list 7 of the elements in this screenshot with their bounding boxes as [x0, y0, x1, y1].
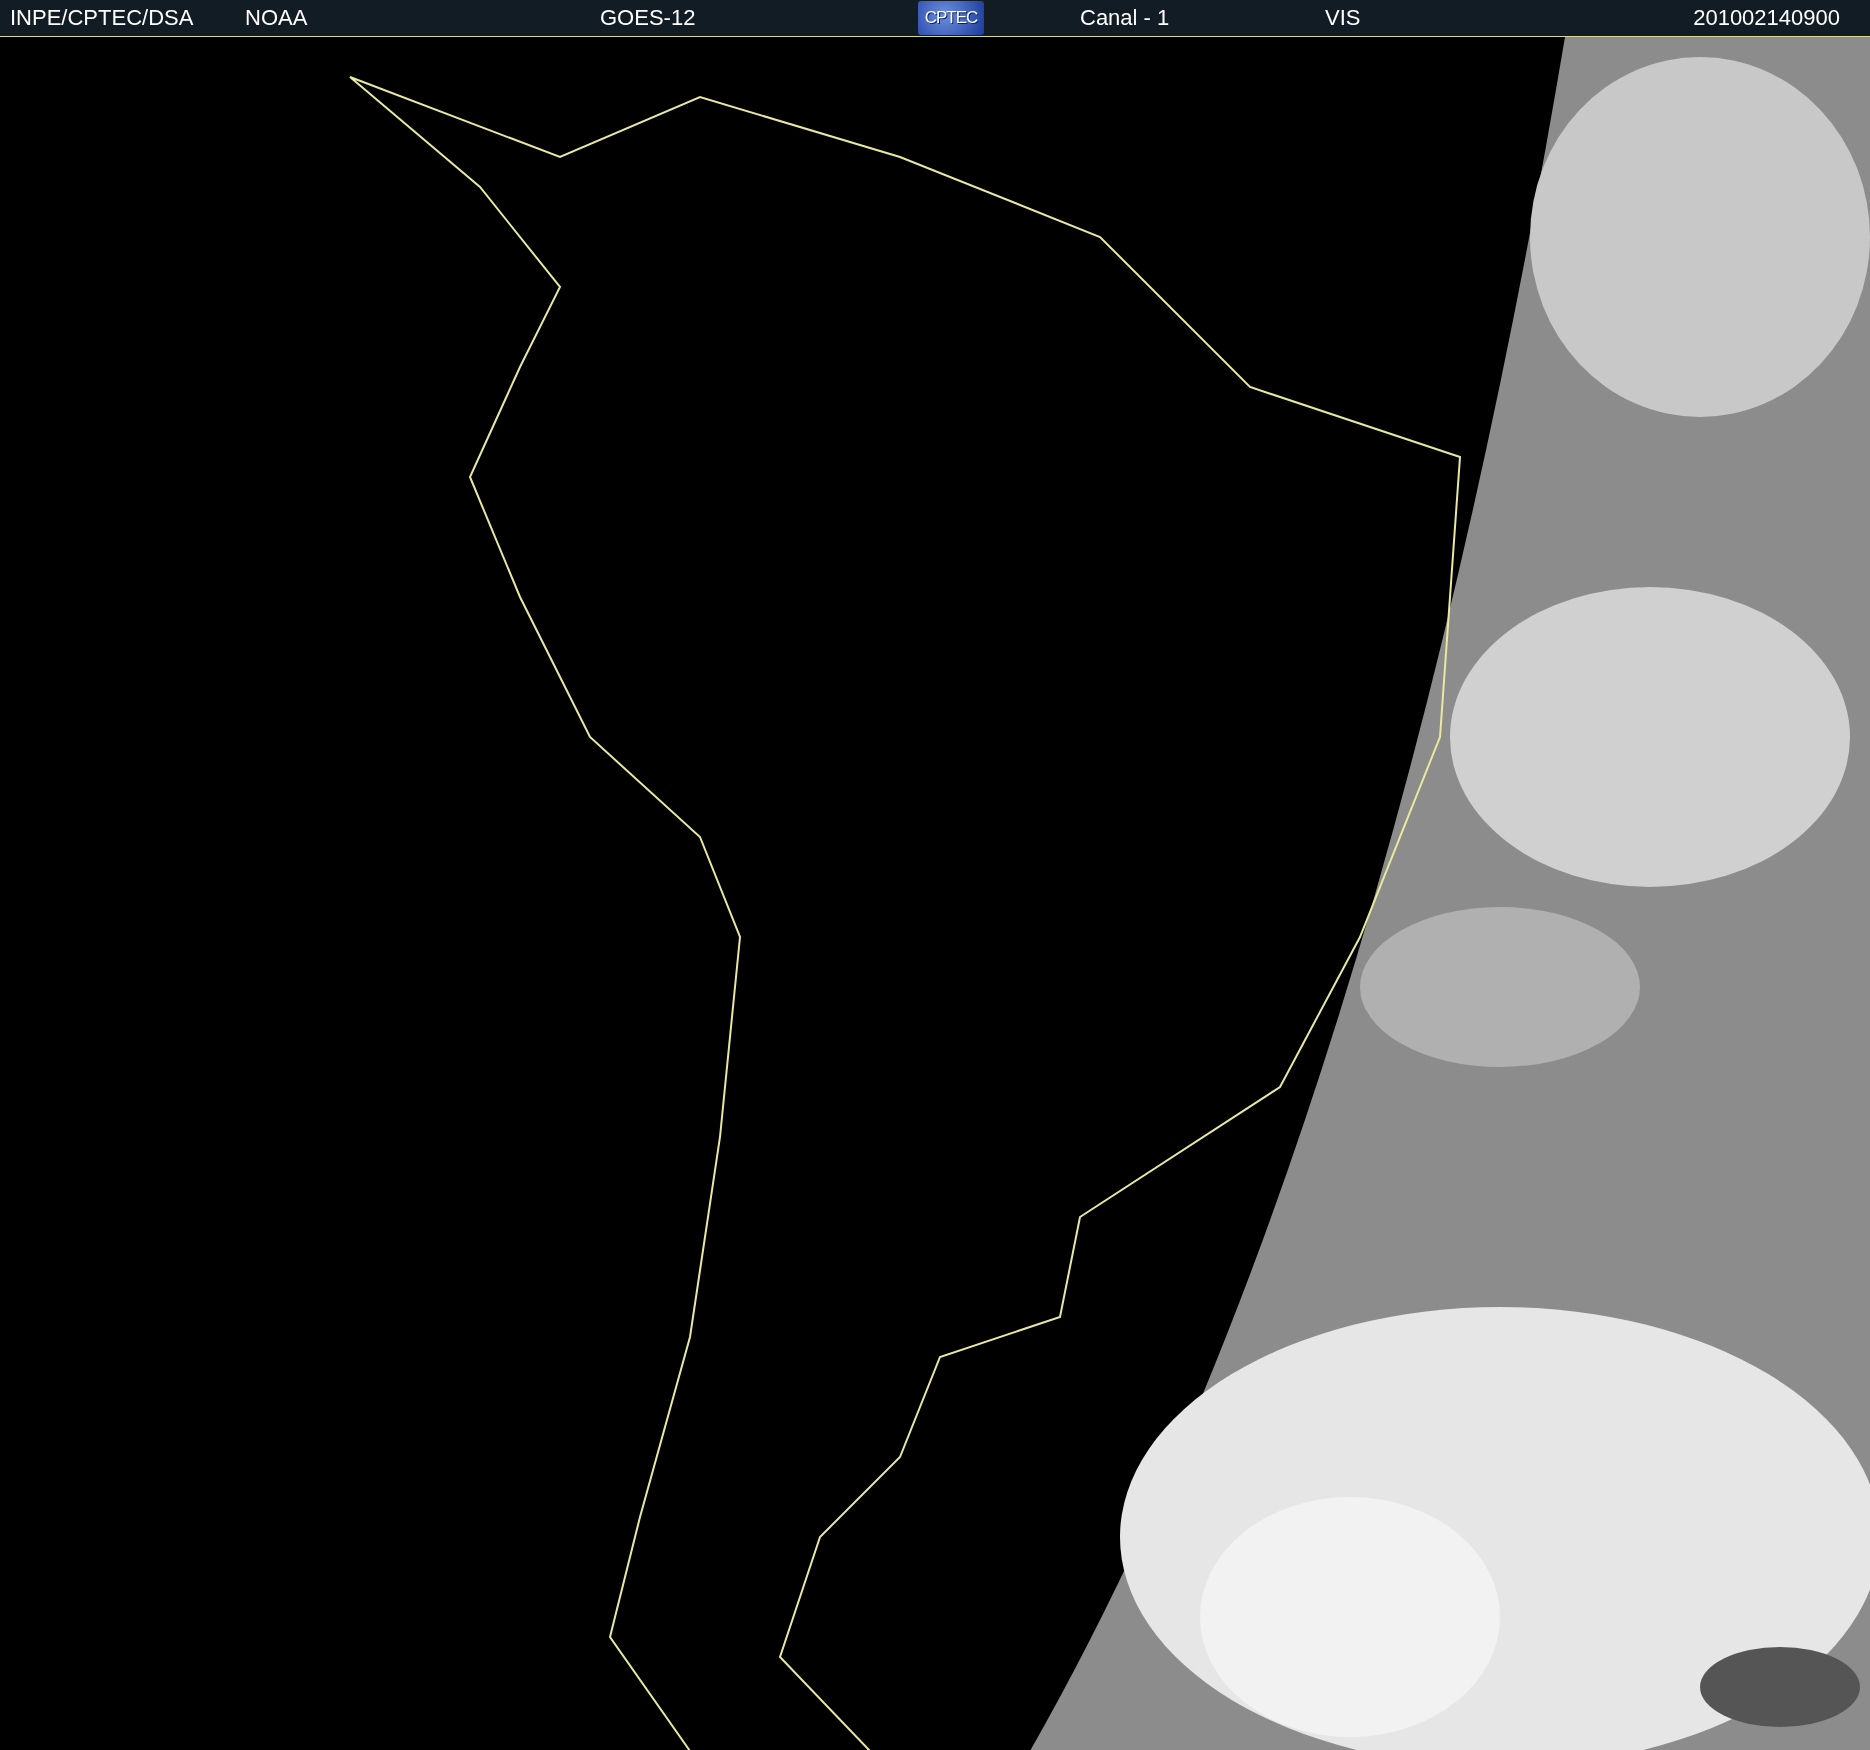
logo: CPTEC: [918, 1, 984, 35]
source-label: INPE/CPTEC/DSA: [10, 5, 194, 31]
timestamp-label: 201002140900: [1693, 5, 1840, 31]
satellite-label: GOES-12: [600, 5, 696, 31]
agency-label: NOAA: [245, 5, 308, 31]
band-label: VIS: [1325, 5, 1361, 31]
channel-label: Canal - 1: [1080, 5, 1170, 31]
